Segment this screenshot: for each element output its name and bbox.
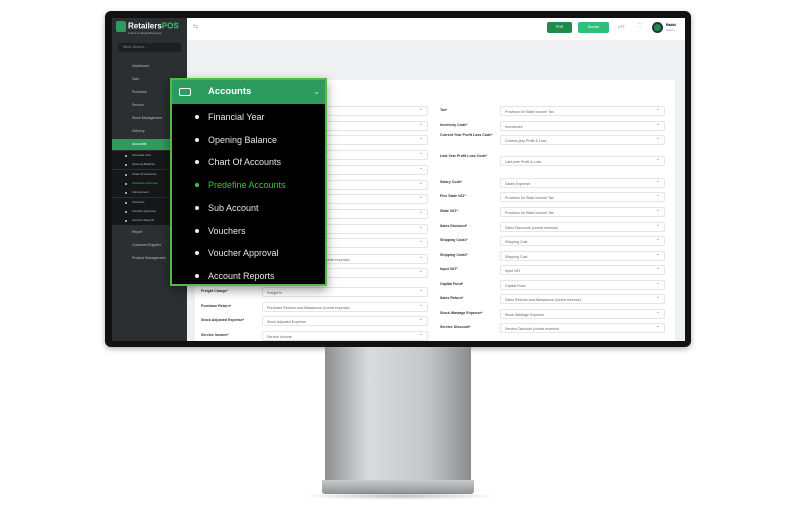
field-label: Five State VAT* — [440, 194, 467, 198]
field-select[interactable]: Provision for State Income Tax — [500, 106, 665, 116]
stand-shadow — [300, 492, 500, 500]
accounts-title: Accounts — [208, 86, 252, 97]
top-bar: ⇆ POS Service UTF ⛶ Rabbi Admin — [187, 18, 685, 40]
field-label: Salary Code* — [440, 180, 463, 184]
accounts-menu-callout: Accounts ⌄ Financial Year Opening Balance… — [170, 78, 327, 286]
field-select[interactable]: Last year Profit & Loss — [500, 156, 665, 166]
field-label: Shipping Cost1* — [440, 238, 468, 242]
monitor-stand — [325, 347, 471, 483]
field-select[interactable]: Sales Discounts (contra revenue) — [500, 222, 665, 232]
money-icon — [179, 88, 191, 96]
accounts-menu-item[interactable]: Opening Balance — [172, 129, 325, 151]
field-label: Sales Return* — [440, 296, 464, 300]
field-label: Purchase Return* — [201, 304, 232, 308]
language-selector[interactable]: UTF — [618, 25, 625, 29]
field-select[interactable]: Shipping Cost — [500, 251, 665, 261]
accounts-menu-item[interactable]: Chart Of Accounts — [172, 151, 325, 173]
field-select[interactable]: Service Discount (contra revenue) — [500, 323, 665, 333]
field-label: Input VAT* — [440, 267, 458, 271]
field-select[interactable]: Capital Fund — [500, 280, 665, 290]
sidebar-item-dashboard[interactable]: Dashboard — [112, 61, 187, 72]
field-select[interactable]: Sales Returns and Allowances (contra rev… — [500, 294, 665, 304]
pos-button[interactable]: POS — [547, 22, 572, 33]
field-label: Inventory Code* — [440, 123, 468, 127]
field-select[interactable]: Stock Adjusted Expense — [262, 316, 428, 326]
field-select[interactable]: Inventories — [500, 121, 665, 131]
field-select[interactable]: Purchase Returns and Allowances (contra … — [262, 302, 428, 312]
field-select[interactable]: Input VAT — [500, 265, 665, 275]
field-label: Service Discount* — [440, 325, 471, 329]
menu-search-input[interactable]: Menu Search... — [118, 43, 181, 52]
accounts-menu-item[interactable]: Voucher Approval — [172, 242, 325, 264]
chevron-down-icon: ⌄ — [313, 87, 320, 96]
field-label: Freight Charge* — [201, 289, 228, 293]
user-role: Admin — [666, 28, 675, 32]
field-select[interactable]: Current year Profit & Loss — [500, 135, 665, 145]
logo: RetailersPOS Future of Retail Business — [116, 21, 184, 36]
field-label: Stock Wastage Expense* — [440, 311, 483, 315]
field-label: State VAT* — [440, 209, 458, 213]
field-select[interactable]: Service Income — [262, 331, 428, 341]
user-name: Rabbi — [666, 23, 676, 27]
accounts-menu-item[interactable]: Predefine Accounts — [172, 174, 325, 196]
field-select[interactable]: Shipping Cost — [500, 236, 665, 246]
field-label: Stock Adjusted Expense* — [201, 318, 245, 322]
field-select[interactable]: Stock Wastage Expense — [500, 309, 665, 319]
accounts-menu-item[interactable]: Account Reports — [172, 265, 325, 287]
field-select[interactable]: Salary Expense — [500, 178, 665, 188]
field-label: Last Year Profit Loss Code* — [440, 154, 488, 158]
field-label: Shipping Cost2* — [440, 253, 468, 257]
field-label: Tax* — [440, 108, 448, 112]
field-label: Capital Fund* — [440, 282, 464, 286]
field-select[interactable]: Provision for State Income Tax — [500, 207, 665, 217]
field-label: Service Income* — [201, 333, 229, 337]
menu-toggle-icon[interactable]: ⇆ — [193, 23, 198, 30]
fullscreen-icon[interactable]: ⛶ — [638, 23, 642, 29]
field-label: Current Year Profit Loss Code* — [440, 133, 493, 137]
accounts-menu-item[interactable]: Financial Year — [172, 106, 325, 128]
service-button[interactable]: Service — [578, 22, 609, 33]
field-select[interactable]: Freight In — [262, 287, 428, 297]
accounts-menu-item[interactable]: Vouchers — [172, 220, 325, 242]
field-select[interactable]: Provision for State Income Tax — [500, 192, 665, 202]
accounts-menu-item[interactable]: Sub Account — [172, 197, 325, 219]
avatar[interactable] — [652, 22, 663, 33]
accounts-menu-header[interactable]: Accounts ⌄ — [172, 80, 325, 104]
field-label: Sales Discount* — [440, 224, 468, 228]
